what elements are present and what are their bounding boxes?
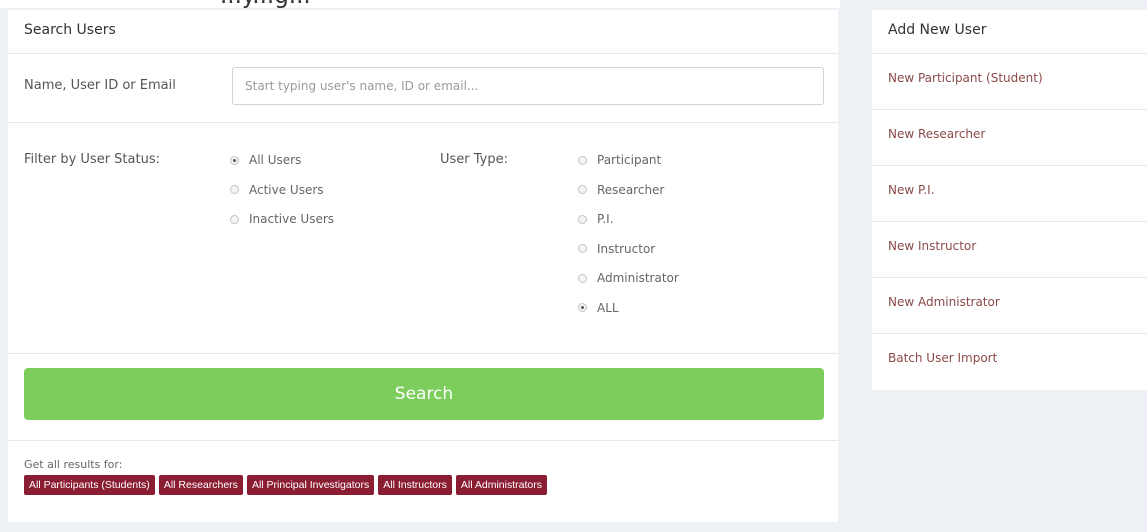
type-radio-all[interactable]: ALL: [578, 297, 679, 319]
all-administrators-badge[interactable]: All Administrators: [455, 475, 547, 495]
type-radio-instructor[interactable]: Instructor: [578, 238, 679, 260]
search-button-row: Search: [8, 354, 838, 441]
radio-unchecked-icon[interactable]: [578, 214, 587, 224]
all-researchers-badge[interactable]: All Researchers: [158, 475, 243, 495]
type-radio-administrator[interactable]: Administrator: [578, 267, 679, 289]
radio-unchecked-icon[interactable]: [230, 185, 239, 194]
quick-results-label: Get all results for:: [24, 458, 123, 471]
status-option-label: All Users: [249, 153, 302, 167]
radio-checked-icon[interactable]: [578, 303, 587, 312]
new-pi-link[interactable]: New P.I.: [872, 166, 1147, 222]
status-option-label: Inactive Users: [249, 212, 335, 226]
batch-user-import-link[interactable]: Batch User Import: [872, 334, 1147, 390]
add-panel-title: Add New User: [872, 10, 1147, 54]
status-radio-inactive-users[interactable]: Inactive Users: [230, 208, 334, 230]
quick-results-row: Get all results for: All Participants (S…: [8, 441, 838, 521]
radio-unchecked-icon[interactable]: [578, 244, 587, 253]
status-radio-active-users[interactable]: Active Users: [230, 179, 334, 201]
type-radio-participant[interactable]: Participant: [578, 149, 679, 171]
type-option-label: Administrator: [597, 271, 679, 285]
search-button[interactable]: Search: [24, 368, 824, 420]
type-radio-researcher[interactable]: Researcher: [578, 179, 679, 201]
name-search-row: Name, User ID or Email: [8, 54, 838, 123]
new-administrator-link[interactable]: New Administrator: [872, 278, 1147, 334]
type-option-label: Participant: [597, 153, 662, 167]
add-new-user-panel: Add New User New Participant (Student) N…: [872, 10, 1147, 390]
new-participant-link[interactable]: New Participant (Student): [872, 54, 1147, 110]
radio-unchecked-icon[interactable]: [230, 214, 239, 224]
clipped-top-text: ...y...g...: [0, 0, 840, 8]
search-panel-title: Search Users: [8, 10, 838, 54]
new-instructor-link[interactable]: New Instructor: [872, 222, 1147, 278]
radio-unchecked-icon[interactable]: [578, 155, 587, 165]
all-participants-badge[interactable]: All Participants (Students): [24, 475, 155, 495]
type-radio-pi[interactable]: P.I.: [578, 208, 679, 230]
user-type-label: User Type:: [440, 152, 509, 167]
filter-row: Filter by User Status: All Users Active …: [8, 123, 838, 354]
search-users-panel: Search Users Name, User ID or Email Filt…: [8, 10, 838, 522]
status-radio-all-users[interactable]: All Users: [230, 149, 334, 171]
type-option-label: Researcher: [597, 182, 665, 197]
radio-checked-icon[interactable]: [230, 155, 239, 165]
type-option-label: Instructor: [597, 241, 656, 256]
status-option-label: Active Users: [249, 182, 324, 197]
name-search-input[interactable]: [232, 67, 824, 105]
radio-unchecked-icon[interactable]: [578, 273, 587, 283]
status-filter-label: Filter by User Status:: [24, 152, 160, 167]
type-option-label: P.I.: [597, 212, 614, 226]
quick-results-badges: All Participants (Students) All Research…: [24, 475, 551, 495]
name-field-label: Name, User ID or Email: [24, 78, 176, 93]
all-principal-investigators-badge[interactable]: All Principal Investigators: [246, 475, 375, 495]
type-option-label: ALL: [597, 300, 619, 315]
status-radio-group: All Users Active Users Inactive Users: [230, 149, 334, 238]
radio-unchecked-icon[interactable]: [578, 185, 587, 194]
new-researcher-link[interactable]: New Researcher: [872, 110, 1147, 166]
all-instructors-badge[interactable]: All Instructors: [378, 475, 452, 495]
user-type-radio-group: Participant Researcher P.I. Instructor A…: [578, 149, 679, 326]
